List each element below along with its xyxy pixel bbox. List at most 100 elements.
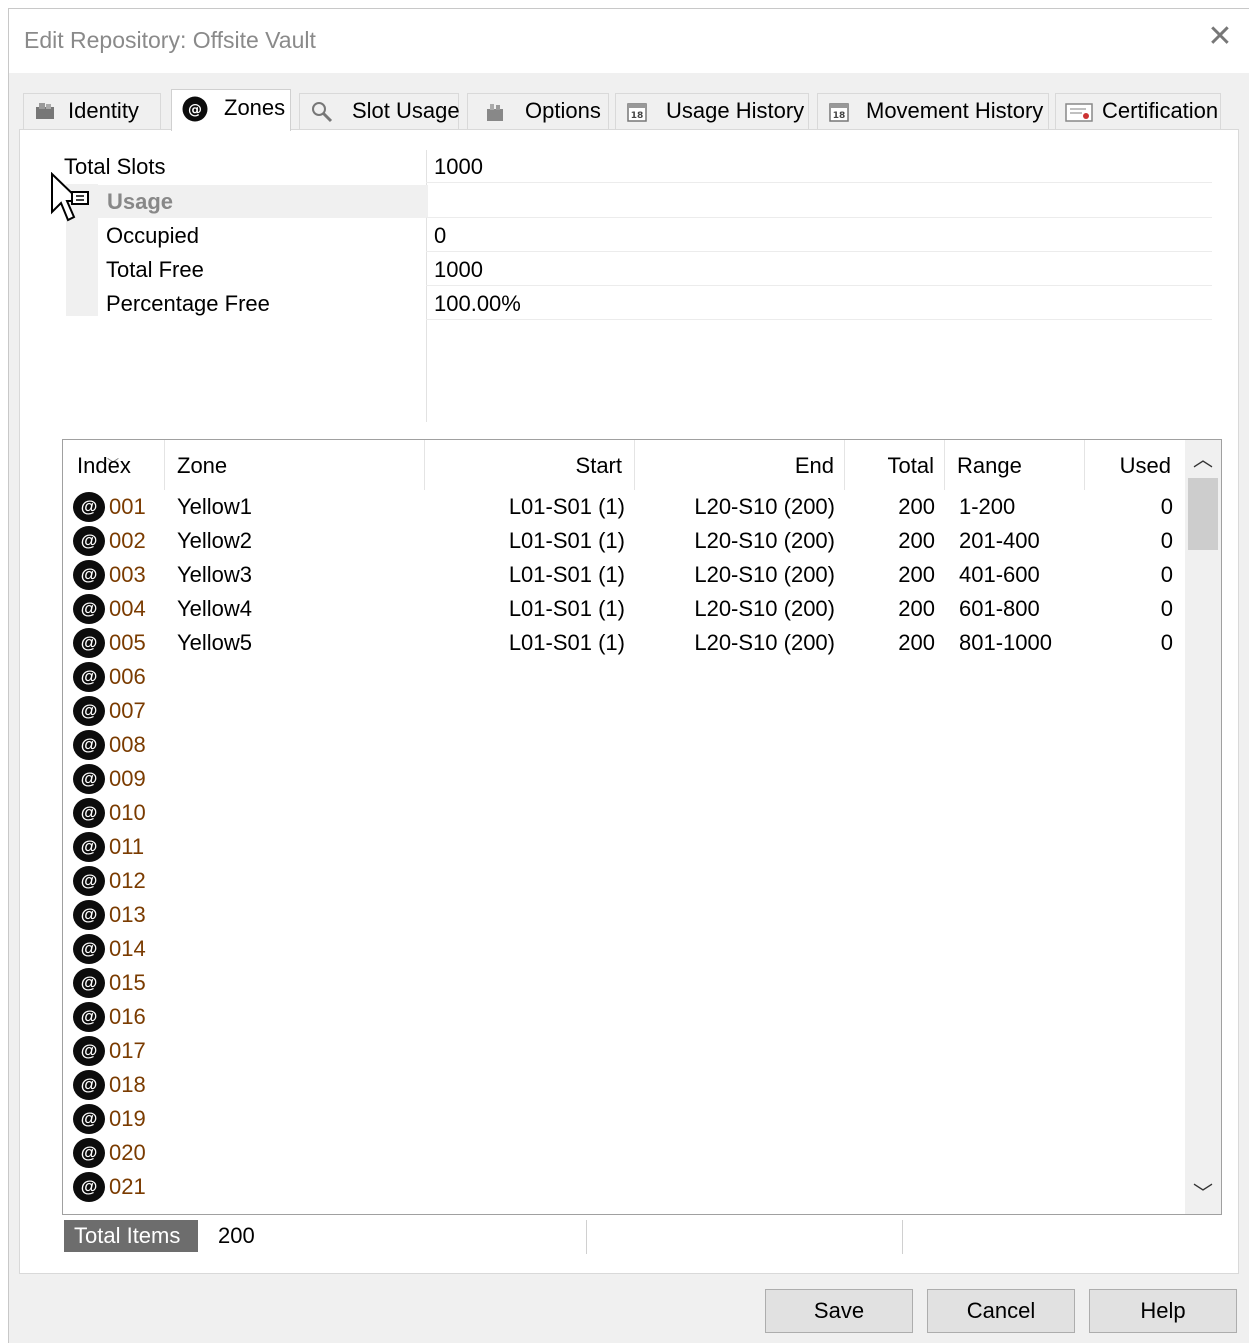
table-row[interactable]: @005 Yellow5 L01-S01 (1) L20-S10 (200) 200 80… (63, 626, 1183, 660)
zone-cell: Yellow4 (177, 596, 253, 621)
total-slots-value[interactable]: 1000 (426, 150, 1212, 183)
tab-slot-usage-label: Slot Usage (352, 98, 460, 123)
index-cell: 009 (109, 766, 146, 791)
help-button[interactable]: Help (1089, 1289, 1237, 1333)
tab-identity[interactable]: Identity (23, 93, 161, 129)
options-icon (484, 101, 506, 123)
total-free-value[interactable]: 1000 (426, 253, 1212, 286)
zone-icon: @ (73, 628, 105, 658)
table-row[interactable]: @002 Yellow2 L01-S01 (1) L20-S10 (200) 200 20… (63, 524, 1183, 558)
zones-icon: @ (182, 96, 208, 122)
column-range[interactable]: Range (945, 440, 1085, 490)
table-row[interactable]: @015 (63, 966, 1183, 1000)
table-row[interactable]: @007 (63, 694, 1183, 728)
zones-list[interactable]: ﹀ Index Zone Start End Total Range Used … (62, 439, 1222, 1215)
tab-certification[interactable]: Certification (1055, 93, 1221, 129)
percentage-free-value[interactable]: 100.00% (426, 287, 1212, 320)
start-cell: L01-S01 (1) (508, 630, 625, 655)
column-zone[interactable]: Zone (165, 440, 425, 490)
table-row[interactable]: @004 Yellow4 L01-S01 (1) L20-S10 (200) 200 60… (63, 592, 1183, 626)
end-cell: L20-S10 (200) (694, 562, 835, 587)
table-row[interactable]: @017 (63, 1034, 1183, 1068)
table-row[interactable]: @009 (63, 762, 1183, 796)
table-row[interactable]: @018 (63, 1068, 1183, 1102)
table-row[interactable]: @012 (63, 864, 1183, 898)
column-index[interactable]: ﹀ Index (63, 440, 165, 490)
index-cell: 020 (109, 1140, 146, 1165)
tab-options-label: Options (525, 98, 601, 123)
close-icon[interactable]: ✕ (1205, 22, 1235, 53)
svg-text:@: @ (188, 102, 202, 118)
total-slots-row: Total Slots 1000 (20, 150, 1212, 184)
scroll-down-icon[interactable]: ﹀ (1185, 1176, 1221, 1212)
table-row[interactable]: @010 (63, 796, 1183, 830)
svg-text:18: 18 (833, 111, 846, 121)
total-cell: 200 (898, 596, 935, 621)
zone-icon: @ (73, 764, 105, 794)
table-row[interactable]: @006 (63, 660, 1183, 694)
index-cell: 008 (109, 732, 146, 757)
vertical-scrollbar[interactable]: ︿ ﹀ (1185, 440, 1221, 1214)
zone-icon: @ (73, 934, 105, 964)
column-end[interactable]: End (635, 440, 845, 490)
column-start[interactable]: Start (425, 440, 635, 490)
scroll-thumb[interactable] (1188, 478, 1218, 550)
index-cell: 004 (109, 596, 146, 621)
table-row[interactable]: @008 (63, 728, 1183, 762)
zone-icon: @ (73, 730, 105, 760)
status-divider (902, 1220, 903, 1254)
end-cell: L20-S10 (200) (694, 494, 835, 519)
range-cell: 401-600 (959, 562, 1040, 587)
tab-usage-history[interactable]: 18 Usage History (615, 93, 809, 129)
table-row[interactable]: @019 (63, 1102, 1183, 1136)
index-cell: 019 (109, 1106, 146, 1131)
calendar-icon: 18 (828, 101, 850, 123)
magnifier-icon (310, 101, 333, 123)
zone-icon: @ (73, 968, 105, 998)
table-row[interactable]: @011 (63, 830, 1183, 864)
table-row[interactable]: @021 (63, 1170, 1183, 1204)
tab-strip: Identity @ Zones Slot Usage Options 18 U… (23, 89, 1221, 131)
occupied-value[interactable]: 0 (426, 219, 1212, 252)
zone-icon: @ (73, 1104, 105, 1134)
total-free-row: Total Free 1000 (20, 253, 1212, 287)
tab-movement-history[interactable]: 18 Movement History (817, 93, 1049, 129)
index-cell: 006 (109, 664, 146, 689)
tab-zones[interactable]: @ Zones (171, 89, 291, 131)
zone-icon: @ (73, 696, 105, 726)
table-row[interactable]: @013 (63, 898, 1183, 932)
zone-icon: @ (73, 832, 105, 862)
tab-slot-usage[interactable]: Slot Usage (299, 93, 460, 129)
edit-repository-dialog: Edit Repository: Offsite Vault ✕ Identit… (8, 8, 1249, 1343)
percentage-free-row: Percentage Free 100.00% (20, 287, 1212, 321)
column-used[interactable]: Used (1085, 440, 1183, 490)
tab-options[interactable]: Options (467, 93, 609, 129)
table-row[interactable]: @014 (63, 932, 1183, 966)
tab-movement-history-label: Movement History (866, 98, 1044, 123)
index-cell: 018 (109, 1072, 146, 1097)
zone-icon: @ (73, 1172, 105, 1202)
usage-category-value (426, 185, 1212, 218)
column-zone-label: Zone (177, 453, 228, 478)
index-cell: 005 (109, 630, 146, 655)
zone-icon: @ (73, 1138, 105, 1168)
zone-cell: Yellow1 (177, 494, 253, 519)
zone-icon: @ (73, 1002, 105, 1032)
table-row[interactable]: @001 Yellow1 L01-S01 (1) L20-S10 (200) 200 1-… (63, 490, 1183, 524)
table-row[interactable]: @020 (63, 1136, 1183, 1170)
tab-usage-history-label: Usage History (666, 98, 805, 123)
table-row[interactable]: @003 Yellow3 L01-S01 (1) L20-S10 (200) 200 40… (63, 558, 1183, 592)
used-cell: 0 (1160, 528, 1173, 553)
scroll-up-icon[interactable]: ︿ (1185, 442, 1221, 478)
table-row[interactable]: @016 (63, 1000, 1183, 1034)
index-cell: 001 (109, 494, 146, 519)
usage-category-header[interactable]: Usage (98, 185, 428, 218)
cancel-button[interactable]: Cancel (927, 1289, 1075, 1333)
zone-icon: @ (73, 526, 105, 556)
zone-icon: @ (73, 1070, 105, 1100)
start-cell: L01-S01 (1) (508, 528, 625, 553)
save-button[interactable]: Save (765, 1289, 913, 1333)
occupied-row: Occupied 0 (20, 219, 1212, 253)
column-total[interactable]: Total (845, 440, 945, 490)
index-cell: 003 (109, 562, 146, 587)
